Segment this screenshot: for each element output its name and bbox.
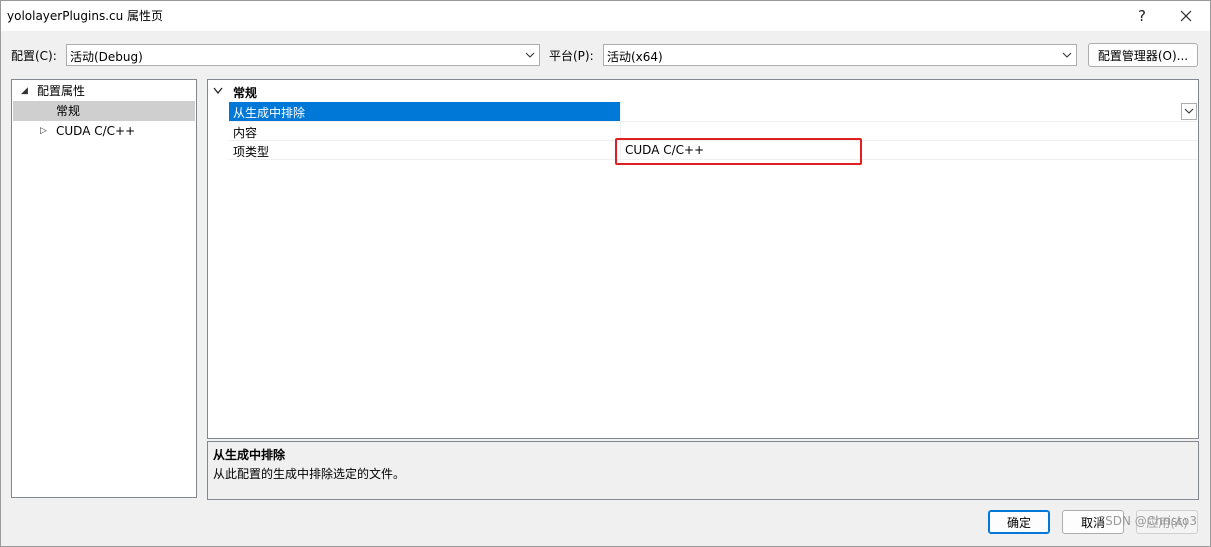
property-name: 项类型 [233,145,270,159]
property-row-exclude-name[interactable]: 从生成中排除 [229,102,621,121]
config-manager-button[interactable]: 配置管理器(O)... [1088,43,1198,67]
ok-button[interactable]: 确定 [988,510,1050,534]
chevron-down-icon [525,52,535,58]
close-button[interactable] [1164,1,1208,31]
tree-item-general[interactable]: 常规 [13,101,195,121]
chevron-down-icon [1184,108,1194,114]
category-general[interactable]: 常规 [208,82,1198,101]
help-icon: ? [1138,7,1146,25]
description-panel: 从生成中排除 从此配置的生成中排除选定的文件。 [207,441,1199,500]
category-label: 常规 [233,86,258,100]
config-label: 配置(C): [11,49,57,63]
value-dropdown-button[interactable] [1181,103,1197,120]
property-tree: ◢ 配置属性 常规 ▷ CUDA C/C++ [11,79,197,498]
tree-item-cuda[interactable]: ▷ CUDA C/C++ [12,121,196,141]
help-button[interactable]: ? [1120,1,1164,31]
title-bar [1,1,1210,31]
platform-select[interactable]: 活动(x64) [603,44,1077,66]
watermark: CSDN @Christo3 [1096,514,1197,528]
collapsed-triangle-icon[interactable]: ▷ [40,121,47,141]
chevron-down-icon[interactable] [213,87,223,95]
property-row-exclude-value[interactable] [621,102,1197,121]
config-select-value: 活动(Debug) [70,50,143,64]
property-row-content-name[interactable]: 内容 [229,122,621,141]
chevron-down-icon [1062,52,1072,58]
highlight-box [615,138,862,165]
platform-select-value: 活动(x64) [607,50,663,64]
close-icon [1180,10,1192,22]
tree-item-label: CUDA C/C++ [56,124,136,138]
window-title: yololayerPlugins.cu 属性页 [7,9,164,23]
platform-label: 平台(P): [549,49,594,63]
config-select[interactable]: 活动(Debug) [66,44,540,66]
tree-item-config-properties[interactable]: ◢ 配置属性 [12,81,196,101]
expanded-triangle-icon[interactable]: ◢ [21,81,28,101]
description-title: 从生成中排除 [213,448,286,462]
tree-item-label: 配置属性 [37,84,86,98]
tree-item-label: 常规 [56,104,81,118]
property-row-item-type-name[interactable]: 项类型 [229,141,621,160]
description-text: 从此配置的生成中排除选定的文件。 [213,467,406,481]
property-name: 内容 [233,126,258,140]
property-grid: 常规 从生成中排除 内容 项类型 CUDA C/C++ [207,79,1199,439]
property-name: 从生成中排除 [233,106,306,120]
